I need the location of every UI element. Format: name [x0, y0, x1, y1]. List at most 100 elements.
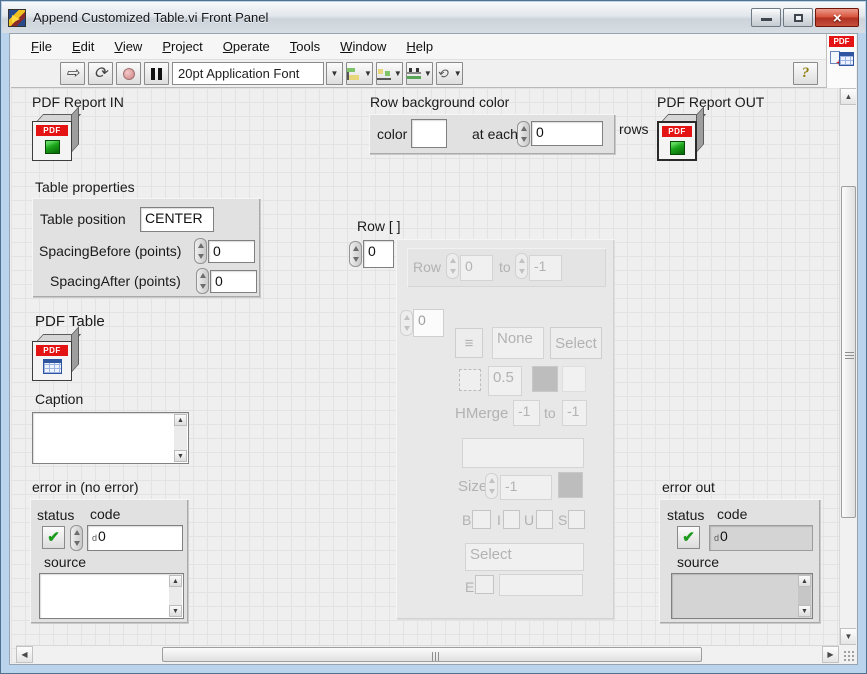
scroll-up-icon[interactable]: ▲: [174, 414, 187, 426]
spacing-after-label: SpacingAfter (points): [50, 273, 181, 289]
scroll-down-icon[interactable]: ▼: [169, 605, 182, 617]
menu-file[interactable]: File: [21, 34, 62, 59]
maximize-icon: [794, 14, 803, 22]
green-cube-icon: [45, 140, 60, 154]
error-out-source-scrollbar[interactable]: ▲ ▼: [798, 575, 811, 617]
color-box[interactable]: [411, 119, 447, 148]
error-out-code-label: code: [717, 506, 747, 522]
vertical-scrollbar[interactable]: ▲ ▼: [839, 88, 856, 645]
abort-icon: [123, 68, 135, 80]
error-in-code-field[interactable]: d0: [87, 525, 183, 551]
error-in-source-scrollbar[interactable]: ▲ ▼: [169, 575, 182, 617]
menu-operate[interactable]: Operate: [213, 34, 280, 59]
bold-label: B: [462, 512, 471, 528]
reorder-button[interactable]: ⟲▼: [436, 62, 463, 85]
radix-indicator: d: [92, 533, 97, 543]
spacing-before-spinner[interactable]: [194, 238, 207, 264]
error-in-code-spinner[interactable]: [70, 525, 83, 551]
scroll-down-icon[interactable]: ▼: [174, 450, 187, 462]
error-out-source-label: source: [677, 554, 719, 570]
at-each-spinner[interactable]: [517, 121, 530, 147]
row-array-index-field[interactable]: 0: [363, 240, 394, 268]
vi-icon-pane[interactable]: PDF +: [826, 34, 856, 88]
window-title: Append Customized Table.vi Front Panel: [33, 10, 751, 25]
pdf-table-icon[interactable]: PDF: [32, 334, 80, 382]
caption-scrollbar[interactable]: ▲ ▼: [174, 414, 187, 462]
spacing-after-field[interactable]: 0: [210, 270, 257, 293]
pause-button[interactable]: [144, 62, 169, 85]
error-in-source-field[interactable]: ▲ ▼: [39, 573, 184, 619]
scroll-left-button[interactable]: ◀: [16, 646, 33, 663]
minimize-button[interactable]: [751, 8, 781, 27]
row-range-cluster: Row 0 to -1: [407, 248, 606, 287]
close-button[interactable]: ×: [815, 8, 859, 27]
error-out-status-label: status: [667, 507, 704, 523]
error-out-code-value: 0: [720, 528, 728, 544]
align-objects-icon: [347, 68, 361, 80]
error-in-status-checkbox[interactable]: ✔: [42, 526, 65, 549]
pdf-report-out-icon[interactable]: PDF: [657, 114, 705, 162]
context-help-button[interactable]: ?: [793, 62, 818, 85]
pdf-report-in-icon[interactable]: PDF: [32, 114, 80, 162]
font-selector-dropdown[interactable]: ▼: [326, 62, 343, 85]
maximize-button[interactable]: [783, 8, 813, 27]
row-array-index-spinner[interactable]: [349, 241, 362, 267]
horizontal-scrollbar[interactable]: ◀ ▶: [16, 645, 839, 663]
fill-color-box: [562, 366, 586, 392]
scroll-down-icon[interactable]: ▼: [798, 605, 811, 617]
vi-window-icon[interactable]: [8, 9, 26, 27]
row-array-label: Row [ ]: [357, 218, 401, 234]
border-checkbox: [459, 369, 481, 391]
run-button[interactable]: ⇨: [60, 62, 85, 85]
error-in-code-label: code: [90, 506, 120, 522]
resize-grip-icon: [843, 650, 854, 661]
menu-window[interactable]: Window: [330, 34, 396, 59]
run-continuously-button[interactable]: ⟳: [88, 62, 113, 85]
green-check-icon: ✔: [47, 530, 60, 545]
menu-tools[interactable]: Tools: [280, 34, 330, 59]
e-field: [499, 574, 583, 596]
reorder-icon: ⟲: [437, 68, 451, 80]
align-objects-button[interactable]: ▼: [346, 62, 373, 85]
horizontal-scroll-thumb[interactable]: [162, 647, 702, 662]
front-panel-area: PDF Report IN PDF Row background color c…: [11, 88, 856, 663]
resize-grip[interactable]: [839, 645, 856, 663]
scroll-up-icon[interactable]: ▲: [798, 575, 811, 587]
size-field: -1: [500, 475, 552, 500]
scroll-up-icon[interactable]: ▲: [169, 575, 182, 587]
table-properties-label: Table properties: [35, 179, 135, 195]
row-cluster-disabled: Row 0 to -1 0 ≡ None Select 0.5 HMerge -…: [396, 239, 614, 619]
pdf-banner: PDF: [36, 345, 68, 356]
resize-objects-button[interactable]: ▼: [406, 62, 433, 85]
caption-string-field[interactable]: ▲ ▼: [32, 412, 189, 464]
underline-checkbox: [536, 510, 553, 529]
row-from-field: 0: [460, 255, 493, 281]
scroll-up-button[interactable]: ▲: [840, 88, 856, 105]
justify-icon: ≡: [465, 335, 474, 352]
vertical-scroll-thumb[interactable]: [841, 186, 856, 518]
font-selector[interactable]: 20pt Application Font: [172, 62, 324, 85]
title-bar: Append Customized Table.vi Front Panel ×: [2, 2, 865, 33]
row-to-label: to: [499, 259, 511, 275]
distribute-objects-button[interactable]: ▼: [376, 62, 403, 85]
pause-icon: [151, 68, 162, 80]
menu-project[interactable]: Project: [152, 34, 212, 59]
size-spinner: [485, 473, 498, 499]
menu-view[interactable]: View: [104, 34, 152, 59]
menu-help[interactable]: Help: [396, 34, 443, 59]
strike-checkbox: [568, 510, 585, 529]
table-grid-icon: [43, 359, 62, 374]
spacing-after-spinner[interactable]: [196, 268, 209, 294]
at-each-field[interactable]: 0: [531, 121, 603, 146]
abort-button[interactable]: [116, 62, 141, 85]
error-out-cluster: status code ✔ d0 source ▲ ▼: [659, 499, 820, 623]
color-label: color: [377, 126, 407, 142]
icon-side-face: [696, 106, 704, 153]
table-position-field[interactable]: CENTER: [140, 207, 214, 232]
spacing-before-field[interactable]: 0: [208, 240, 255, 263]
scroll-down-button[interactable]: ▼: [840, 628, 856, 645]
pdf-banner: PDF: [36, 125, 68, 136]
green-cube-icon: [670, 141, 685, 155]
scroll-right-button[interactable]: ▶: [822, 646, 839, 663]
menu-edit[interactable]: Edit: [62, 34, 104, 59]
